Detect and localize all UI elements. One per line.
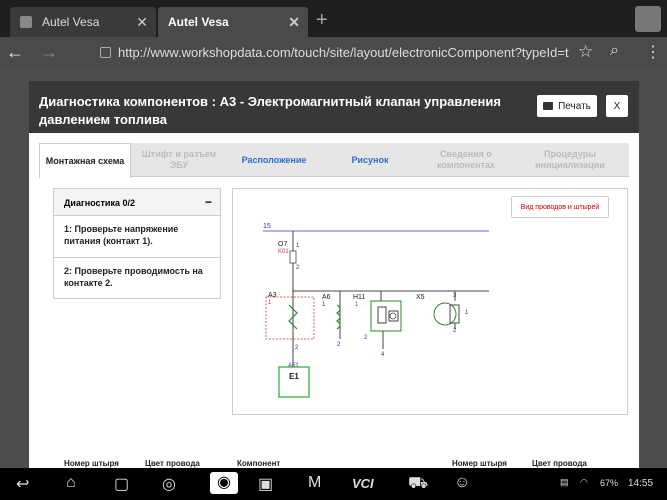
tab-picture[interactable]: Рисунок bbox=[323, 143, 417, 177]
a3-label: A3 bbox=[268, 292, 277, 299]
wiring-schematic: Вид проводов и штырей 15 O7 K01 1 2 A3 1… bbox=[232, 188, 628, 415]
pin-label: 4 bbox=[381, 352, 385, 358]
a3-box[interactable] bbox=[265, 296, 315, 340]
battery-level: 67% bbox=[600, 478, 619, 488]
url-text: http://www.workshopdata.com/touch/site/l… bbox=[118, 45, 569, 60]
maxifix-icon[interactable]: M bbox=[308, 474, 321, 492]
camera-icon[interactable]: ◉ bbox=[210, 472, 238, 494]
diagnosis-step-1[interactable]: 1: Проверьте напряжение питания (контакт… bbox=[54, 216, 220, 258]
pin-label: 1 bbox=[296, 243, 300, 249]
modal-title: Диагностика компонентов : A3 - Электрома… bbox=[39, 94, 501, 127]
tab-wiring-diagram[interactable]: Монтажная схема bbox=[39, 143, 131, 178]
browser-tab-label: Autel Vesa bbox=[42, 15, 100, 29]
tab-pin-connector[interactable]: Штифт и разъем ЭБУ bbox=[133, 143, 225, 177]
pin-label: 1 bbox=[268, 300, 272, 306]
pin-label: 3 bbox=[453, 293, 457, 299]
fuse-label: O7 bbox=[278, 241, 287, 248]
sd-card-icon: ▤ bbox=[560, 477, 569, 487]
printer-icon bbox=[543, 102, 554, 110]
schematic-drawing: 15 O7 K01 1 2 A3 1 2 A6 1 2 H11 1 4 2 X5… bbox=[263, 223, 489, 398]
ecu-label: E1 bbox=[289, 372, 299, 381]
browser-tab-strip: Autel Vesa ✕ Autel Vesa ✕ + bbox=[0, 0, 667, 37]
address-bar: ← → http://www.workshopdata.com/touch/si… bbox=[0, 37, 667, 68]
back-arrow-icon[interactable]: ← bbox=[6, 42, 24, 63]
a6-label: A6 bbox=[322, 294, 331, 301]
col-header-wire-color: Цвет провода bbox=[145, 459, 200, 468]
profile-icon[interactable] bbox=[635, 6, 661, 32]
diagnosis-panel: Диагностика 0/2 − 1: Проверьте напряжени… bbox=[53, 188, 221, 299]
modal-header: Диагностика компонентов : A3 - Электрома… bbox=[29, 81, 639, 133]
pin-label: 2 bbox=[364, 335, 368, 341]
print-button[interactable]: Печать bbox=[537, 95, 597, 117]
fuse-sublabel: K01 bbox=[278, 249, 289, 255]
pin-label: 1 bbox=[465, 310, 469, 316]
diagnosis-title: Диагностика 0/2 bbox=[64, 198, 135, 208]
close-icon[interactable]: ✕ bbox=[136, 14, 148, 31]
favicon-icon bbox=[20, 16, 32, 28]
col-header-pin-number: Номер штыря bbox=[64, 459, 119, 468]
back-icon[interactable]: ↩ bbox=[16, 474, 29, 494]
search-icon[interactable]: ⌕ bbox=[610, 42, 619, 60]
browser-icon[interactable]: ◎ bbox=[162, 474, 176, 494]
pin-label: 1 bbox=[355, 302, 359, 308]
home-icon[interactable]: ⌂ bbox=[66, 474, 76, 492]
pin-label: 2 bbox=[337, 342, 341, 348]
bus-label: 15 bbox=[263, 223, 271, 230]
menu-icon[interactable]: ⋮ bbox=[645, 42, 661, 62]
tab-location[interactable]: Расположение bbox=[227, 143, 321, 177]
print-label: Печать bbox=[558, 100, 591, 112]
vci-icon[interactable]: VCI bbox=[352, 476, 374, 491]
wifi-icon: ◠ bbox=[580, 477, 588, 487]
close-button[interactable]: X bbox=[606, 95, 628, 117]
url-field[interactable]: http://www.workshopdata.com/touch/site/l… bbox=[94, 43, 574, 63]
forward-arrow-icon[interactable]: → bbox=[40, 42, 58, 63]
collapse-icon[interactable]: − bbox=[205, 195, 212, 209]
browser-tab-1[interactable]: Autel Vesa ✕ bbox=[10, 7, 156, 37]
component-diagnosis-modal: Диагностика компонентов : A3 - Электрома… bbox=[29, 81, 639, 468]
pin-label: 2 bbox=[295, 345, 299, 351]
h11-label: H11 bbox=[353, 294, 365, 301]
support-icon[interactable]: ☺ bbox=[454, 474, 470, 492]
new-tab-icon[interactable]: + bbox=[316, 9, 328, 32]
h11-motor-symbol bbox=[389, 312, 397, 320]
fuse-symbol bbox=[289, 250, 297, 264]
system-nav-bar: ↩ ⌂ ▢ ◎ ◉ ▣ M VCI ⛟ ☺ ▤ ◠ 67% 14:55 bbox=[0, 468, 667, 500]
tab-component-info[interactable]: Сведения о компонентах bbox=[419, 143, 513, 177]
star-icon[interactable]: ☆ bbox=[578, 42, 593, 62]
pin-label: 2 bbox=[296, 265, 300, 271]
close-icon[interactable]: ✕ bbox=[288, 14, 300, 31]
col-header-pin-number-2: Номер штыря bbox=[452, 459, 507, 468]
recent-apps-icon[interactable]: ▢ bbox=[114, 474, 129, 494]
a6-coil-symbol bbox=[335, 304, 341, 330]
pin-label: 1 bbox=[322, 302, 326, 308]
a3-valve-symbol bbox=[288, 304, 298, 330]
tab-init-procedures[interactable]: Процедуры инициализации bbox=[515, 143, 625, 177]
browser-tab-label: Autel Vesa bbox=[168, 15, 229, 29]
x5-sensor-symbol[interactable] bbox=[433, 302, 457, 326]
page-icon bbox=[100, 47, 111, 58]
col-header-wire-color-2: Цвет провода bbox=[532, 459, 587, 468]
vehicle-icon[interactable]: ⛟ bbox=[408, 474, 428, 494]
modal-tabs: Монтажная схема Штифт и разъем ЭБУ Распо… bbox=[39, 143, 629, 178]
gallery-icon[interactable]: ▣ bbox=[258, 474, 273, 494]
diagnosis-step-2[interactable]: 2: Проверьте проводимость на контакте 2. bbox=[54, 258, 220, 300]
clock: 14:55 bbox=[628, 478, 654, 489]
browser-tab-2[interactable]: Autel Vesa ✕ bbox=[158, 7, 308, 37]
diagnosis-header[interactable]: Диагностика 0/2 − bbox=[54, 189, 220, 216]
col-header-component: Компонент bbox=[237, 459, 281, 468]
x5-label: X5 bbox=[416, 294, 425, 301]
